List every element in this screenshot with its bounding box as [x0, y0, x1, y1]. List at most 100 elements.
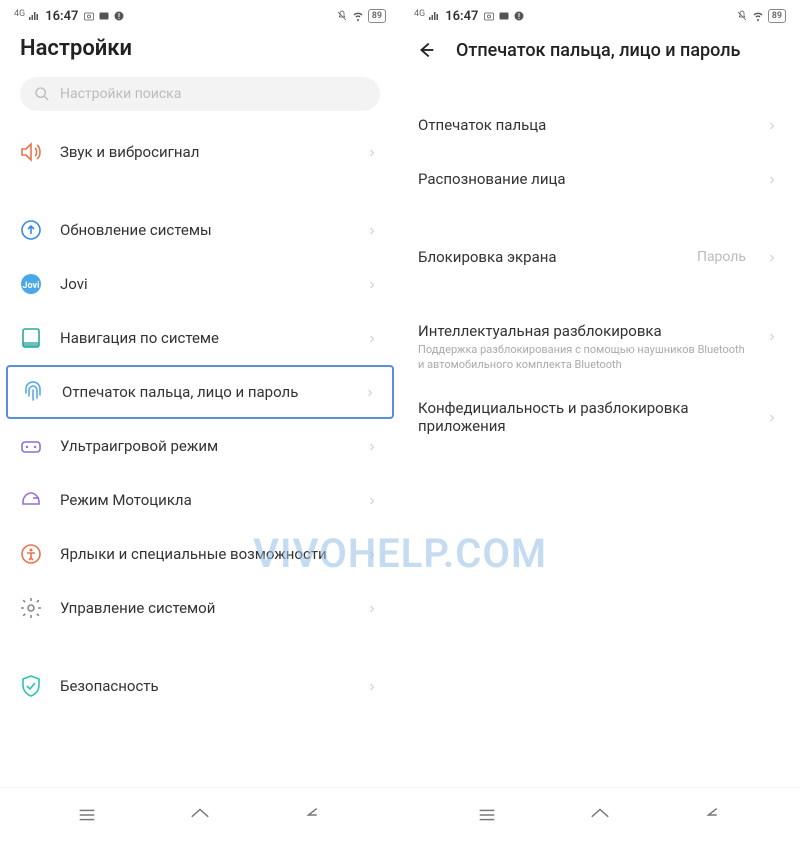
- page-header: Отпечаток пальца, лицо и пароль: [400, 28, 800, 80]
- status-right: 89: [736, 9, 786, 23]
- row-label: Jovi: [60, 275, 350, 293]
- row-label: Блокировка экрана: [418, 248, 681, 266]
- row-smart-unlock[interactable]: Интеллектуальная разблокировка Поддержка…: [400, 308, 800, 387]
- nav-bar: [0, 787, 400, 848]
- jovi-icon: Jovi: [18, 271, 44, 297]
- row-screen-lock[interactable]: Блокировка экрана Пароль: [400, 230, 800, 284]
- nav-back-button[interactable]: [302, 804, 324, 830]
- chevron-right-icon: [366, 330, 382, 346]
- row-face-recognition[interactable]: Распознование лица: [400, 152, 800, 206]
- alert-icon: [513, 10, 525, 22]
- page-title: Настройки: [20, 36, 380, 61]
- row-label: Звук и вибросигнал: [60, 143, 350, 161]
- search-box[interactable]: [20, 77, 380, 111]
- row-privacy-app-unlock[interactable]: Конфедициальность и разблокировка прилож…: [400, 387, 800, 453]
- mute-icon: [336, 10, 348, 22]
- row-sound[interactable]: Звук и вибросигнал: [0, 125, 400, 179]
- update-icon: [18, 217, 44, 243]
- status-right: 89: [336, 9, 386, 23]
- row-fingerprint-face-password[interactable]: Отпечаток пальца, лицо и пароль: [6, 365, 394, 419]
- chevron-right-icon: [766, 409, 782, 425]
- chevron-right-icon: [366, 546, 382, 562]
- accessibility-icon: [18, 541, 44, 567]
- chevron-right-icon: [366, 438, 382, 454]
- status-left: 4G 16:47: [414, 9, 525, 24]
- network-indicator: 4G: [14, 9, 25, 19]
- row-label: Конфедициальность и разблокировка прилож…: [418, 399, 750, 435]
- row-fingerprint[interactable]: Отпечаток пальца: [400, 98, 800, 152]
- row-label: Управление системой: [60, 599, 350, 617]
- row-label: Ультраигровой режим: [60, 437, 350, 455]
- signal-icon: [428, 10, 440, 22]
- nav-home-button[interactable]: [189, 804, 211, 830]
- row-label: Отпечаток пальца, лицо и пароль: [62, 383, 348, 401]
- chevron-right-icon: [366, 600, 382, 616]
- signal-icon: [28, 10, 40, 22]
- chevron-right-icon: [766, 249, 782, 265]
- row-security[interactable]: Безопасность: [0, 659, 400, 713]
- search-icon: [34, 86, 50, 102]
- gear-icon: [18, 595, 44, 621]
- status-left: 4G 16:47: [14, 9, 125, 24]
- chevron-right-icon: [366, 492, 382, 508]
- row-label: Интеллектуальная разблокировка: [418, 322, 750, 340]
- status-time: 16:47: [445, 9, 478, 24]
- chevron-right-icon: [366, 276, 382, 292]
- nav-home-button[interactable]: [589, 804, 611, 830]
- camera-icon: [483, 10, 495, 22]
- row-shortcuts-accessibility[interactable]: Ярлыки и специальные возможности: [0, 527, 400, 581]
- svg-text:Jovi: Jovi: [23, 281, 40, 291]
- gamepad-icon: [18, 433, 44, 459]
- nav-back-button[interactable]: [702, 804, 724, 830]
- chevron-right-icon: [366, 144, 382, 160]
- row-system-management[interactable]: Управление системой: [0, 581, 400, 635]
- wifi-icon: [752, 10, 764, 22]
- message-icon: [498, 10, 510, 22]
- settings-screen: 4G 16:47 89 Настройки Звук и вибросигнал: [0, 0, 400, 848]
- row-value: Пароль: [697, 249, 746, 265]
- chevron-right-icon: [366, 222, 382, 238]
- row-label: Распознование лица: [418, 170, 750, 188]
- row-label: Безопасность: [60, 677, 350, 695]
- helmet-icon: [18, 487, 44, 513]
- shield-icon: [18, 673, 44, 699]
- row-label: Отпечаток пальца: [418, 116, 750, 134]
- page-title: Отпечаток пальца, лицо и пароль: [456, 40, 740, 61]
- row-system-update[interactable]: Обновление системы: [0, 203, 400, 257]
- row-label: Режим Мотоцикла: [60, 491, 350, 509]
- row-motorcycle-mode[interactable]: Режим Мотоцикла: [0, 473, 400, 527]
- chevron-right-icon: [766, 328, 782, 344]
- row-subtitle: Поддержка разблокирования с помощью науш…: [418, 343, 750, 373]
- fingerprint-icon: [20, 379, 46, 405]
- status-time: 16:47: [45, 9, 78, 24]
- alert-icon: [113, 10, 125, 22]
- battery-indicator: 89: [768, 9, 786, 23]
- chevron-right-icon: [366, 678, 382, 694]
- wifi-icon: [352, 10, 364, 22]
- nav-menu-button[interactable]: [76, 804, 98, 830]
- nav-menu-button[interactable]: [476, 804, 498, 830]
- row-system-navigation[interactable]: Навигация по системе: [0, 311, 400, 365]
- status-bar: 4G 16:47 89: [0, 0, 400, 28]
- fingerprint-settings-screen: 4G 16:47 89 Отпечаток пальца, лицо и пар…: [400, 0, 800, 848]
- row-label: Обновление системы: [60, 221, 350, 239]
- security-options-list: Отпечаток пальца Распознование лица Блок…: [400, 80, 800, 787]
- camera-icon: [83, 10, 95, 22]
- row-jovi[interactable]: Jovi Jovi: [0, 257, 400, 311]
- network-indicator: 4G: [414, 9, 425, 19]
- status-bar: 4G 16:47 89: [400, 0, 800, 28]
- row-ultra-game-mode[interactable]: Ультраигровой режим: [0, 419, 400, 473]
- mute-icon: [736, 10, 748, 22]
- search-input[interactable]: [60, 86, 366, 102]
- back-button[interactable]: [412, 36, 440, 64]
- row-label: Навигация по системе: [60, 329, 350, 347]
- chevron-right-icon: [766, 171, 782, 187]
- nav-bar: [400, 787, 800, 848]
- row-label: Ярлыки и специальные возможности: [60, 545, 350, 563]
- navigation-icon: [18, 325, 44, 351]
- chevron-right-icon: [364, 384, 380, 400]
- page-header: Настройки: [0, 28, 400, 77]
- battery-indicator: 89: [368, 9, 386, 23]
- settings-list: Звук и вибросигнал Обновление системы Jo…: [0, 125, 400, 787]
- sound-icon: [18, 139, 44, 165]
